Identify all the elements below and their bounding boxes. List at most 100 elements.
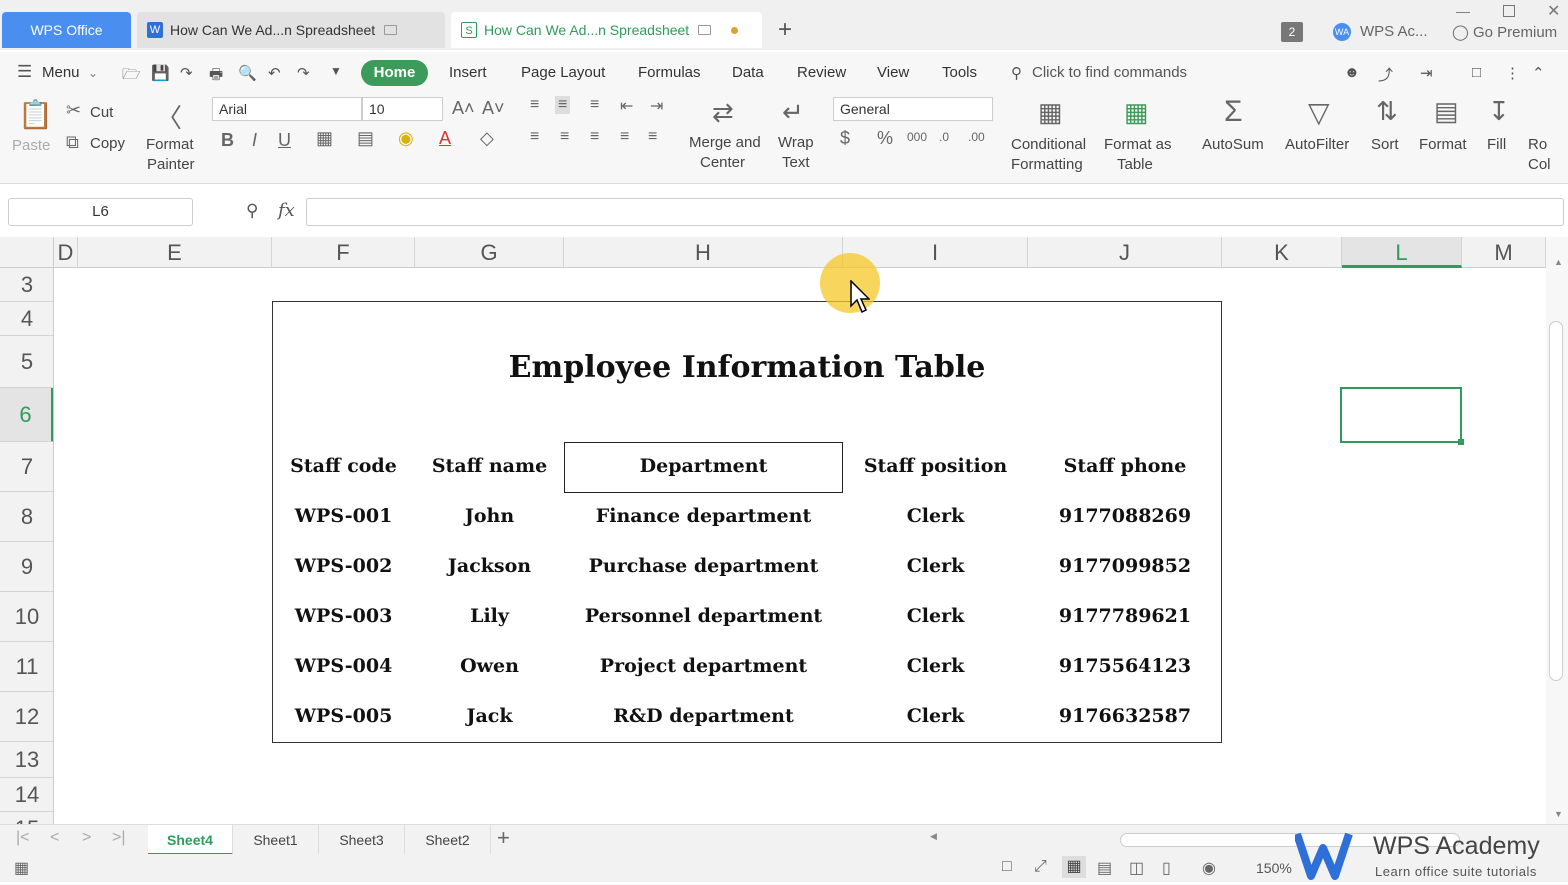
row-header-12[interactable]: 12	[0, 692, 53, 742]
row-header-14[interactable]: 14	[0, 778, 53, 812]
merge-center-line2[interactable]: Center	[700, 154, 745, 171]
spreadsheet-grid[interactable]: Employee Information Table Staff code St…	[54, 268, 1546, 824]
format-as-table-icon[interactable]: ▦	[1124, 97, 1149, 128]
increase-font-icon[interactable]: A˄	[452, 98, 475, 119]
last-sheet-icon[interactable]: >|	[112, 829, 126, 847]
autosum-icon[interactable]: Σ	[1224, 95, 1243, 129]
table-cell[interactable]: 9177099852	[1028, 555, 1222, 577]
column-header-d[interactable]: D	[54, 237, 78, 268]
cell-style-icon[interactable]: ▤	[357, 128, 374, 149]
italic-icon[interactable]: I	[252, 130, 257, 151]
column-header-f[interactable]: F	[272, 237, 415, 268]
tab-tools[interactable]: Tools	[942, 64, 977, 81]
fx-icon[interactable]: fx	[278, 200, 295, 221]
header-staff-code[interactable]: Staff code	[272, 455, 415, 477]
first-sheet-icon[interactable]: |<	[16, 829, 30, 847]
wrap-text-line2[interactable]: Text	[782, 154, 810, 171]
freeze-icon[interactable]: ▯	[1162, 858, 1171, 878]
paste-icon[interactable]: 📋	[18, 98, 53, 131]
page-break-view-icon[interactable]: ◫	[1129, 858, 1144, 878]
bold-icon[interactable]: B	[221, 130, 234, 151]
table-cell[interactable]: R&D department	[564, 705, 843, 727]
font-color-icon[interactable]: A	[439, 128, 451, 149]
column-header-m[interactable]: M	[1462, 237, 1546, 268]
prev-sheet-icon[interactable]: <	[50, 829, 59, 847]
column-header-h[interactable]: H	[564, 237, 843, 268]
maximize-icon[interactable]	[1503, 5, 1515, 17]
share-icon[interactable]: ⤴	[1378, 64, 1393, 85]
scroll-down-icon[interactable]: ▼	[1554, 809, 1563, 819]
column-header-j[interactable]: J	[1028, 237, 1222, 268]
table-cell[interactable]: WPS-002	[272, 555, 415, 577]
table-cell[interactable]: 9177088269	[1028, 505, 1222, 527]
customize-dropdown-icon[interactable]: ▼	[330, 64, 342, 78]
scroll-left-icon[interactable]: ◀	[930, 831, 937, 842]
zoom-formula-icon[interactable]: ⚲	[246, 201, 258, 221]
merge-center-icon[interactable]: ⇄	[712, 97, 734, 128]
select-all-corner[interactable]	[0, 237, 54, 268]
export-icon[interactable]: ↷	[180, 64, 193, 82]
view-mode-icon[interactable]: □	[1002, 858, 1012, 876]
redo-icon[interactable]: ↷	[297, 64, 310, 82]
column-header-l[interactable]: L	[1342, 237, 1462, 268]
header-staff-phone[interactable]: Staff phone	[1028, 455, 1222, 477]
format-painter-icon[interactable]: 〈	[156, 98, 182, 135]
hamburger-icon[interactable]: ☰	[17, 62, 32, 82]
rowcol-line2[interactable]: Col	[1528, 156, 1551, 173]
conditional-formatting-icon[interactable]: ▦	[1038, 97, 1063, 128]
row-header-7[interactable]: 7	[0, 442, 53, 492]
command-search[interactable]: Click to find commands	[1032, 64, 1187, 81]
format-painter-line2[interactable]: Painter	[147, 156, 195, 173]
thousands-icon[interactable]: 000	[907, 130, 927, 144]
filter-icon[interactable]: ▽	[1308, 96, 1330, 129]
sheet-tab-sheet4[interactable]: Sheet4	[148, 825, 233, 855]
page-layout-view-icon[interactable]: ▤	[1097, 858, 1112, 878]
minimize-icon[interactable]: —	[1456, 3, 1470, 19]
conditional-formatting-line1[interactable]: Conditional	[1011, 136, 1086, 153]
row-header-13[interactable]: 13	[0, 742, 53, 778]
table-cell[interactable]: John	[415, 505, 564, 527]
cut-button[interactable]: Cut	[90, 104, 113, 121]
tab-spreadsheet[interactable]: S How Can We Ad...n Spreadsheet	[451, 12, 762, 48]
vertical-scroll-thumb[interactable]	[1549, 321, 1563, 681]
borders-icon[interactable]: ▦	[316, 128, 333, 149]
table-cell[interactable]: Project department	[564, 655, 843, 677]
eye-protection-icon[interactable]: ◉	[1202, 858, 1216, 878]
row-header-5[interactable]: 5	[0, 336, 53, 388]
conditional-formatting-line2[interactable]: Formatting	[1011, 156, 1083, 173]
menu-button[interactable]: Menu	[42, 64, 80, 81]
sheet-tab-sheet2[interactable]: Sheet2	[405, 825, 491, 855]
table-cell[interactable]: Clerk	[843, 555, 1028, 577]
justify-icon[interactable]: ≡	[620, 128, 629, 146]
fill-handle[interactable]	[1458, 439, 1464, 445]
align-middle-icon[interactable]: ≡	[555, 96, 571, 114]
decrease-indent-icon[interactable]: ⇤	[620, 96, 633, 116]
wrap-text-line1[interactable]: Wrap	[778, 134, 814, 151]
collapse-ribbon-icon[interactable]: ⌃	[1532, 64, 1545, 82]
align-center-icon[interactable]: ≡	[560, 128, 569, 146]
format-icon[interactable]: ▤	[1434, 96, 1459, 127]
table-cell[interactable]: Jack	[415, 705, 564, 727]
wrap-text-icon[interactable]: ↵	[782, 97, 804, 128]
row-header-11[interactable]: 11	[0, 642, 53, 692]
row-header-8[interactable]: 8	[0, 492, 53, 542]
column-header-k[interactable]: K	[1222, 237, 1342, 268]
table-cell[interactable]: Clerk	[843, 705, 1028, 727]
close-icon[interactable]: ✕	[1547, 1, 1560, 21]
row-header-9[interactable]: 9	[0, 542, 53, 592]
table-cell[interactable]: Lily	[415, 605, 564, 627]
sheet-tab-sheet3[interactable]: Sheet3	[319, 825, 405, 855]
copy-button[interactable]: Copy	[90, 135, 125, 152]
account-avatar-icon[interactable]: WA	[1333, 23, 1351, 41]
next-sheet-icon[interactable]: >	[82, 829, 91, 847]
align-top-icon[interactable]: ≡	[530, 96, 539, 114]
table-cell[interactable]: 9175564123	[1028, 655, 1222, 677]
table-cell[interactable]: Personnel department	[564, 605, 843, 627]
header-staff-position[interactable]: Staff position	[843, 455, 1028, 477]
align-bottom-icon[interactable]: ≡	[590, 96, 599, 114]
row-header-6[interactable]: 6	[0, 388, 53, 442]
format-button[interactable]: Format	[1419, 136, 1467, 153]
chevron-down-icon[interactable]: ⌄	[88, 66, 98, 80]
table-cell[interactable]: WPS-001	[272, 505, 415, 527]
table-cell[interactable]: Owen	[415, 655, 564, 677]
